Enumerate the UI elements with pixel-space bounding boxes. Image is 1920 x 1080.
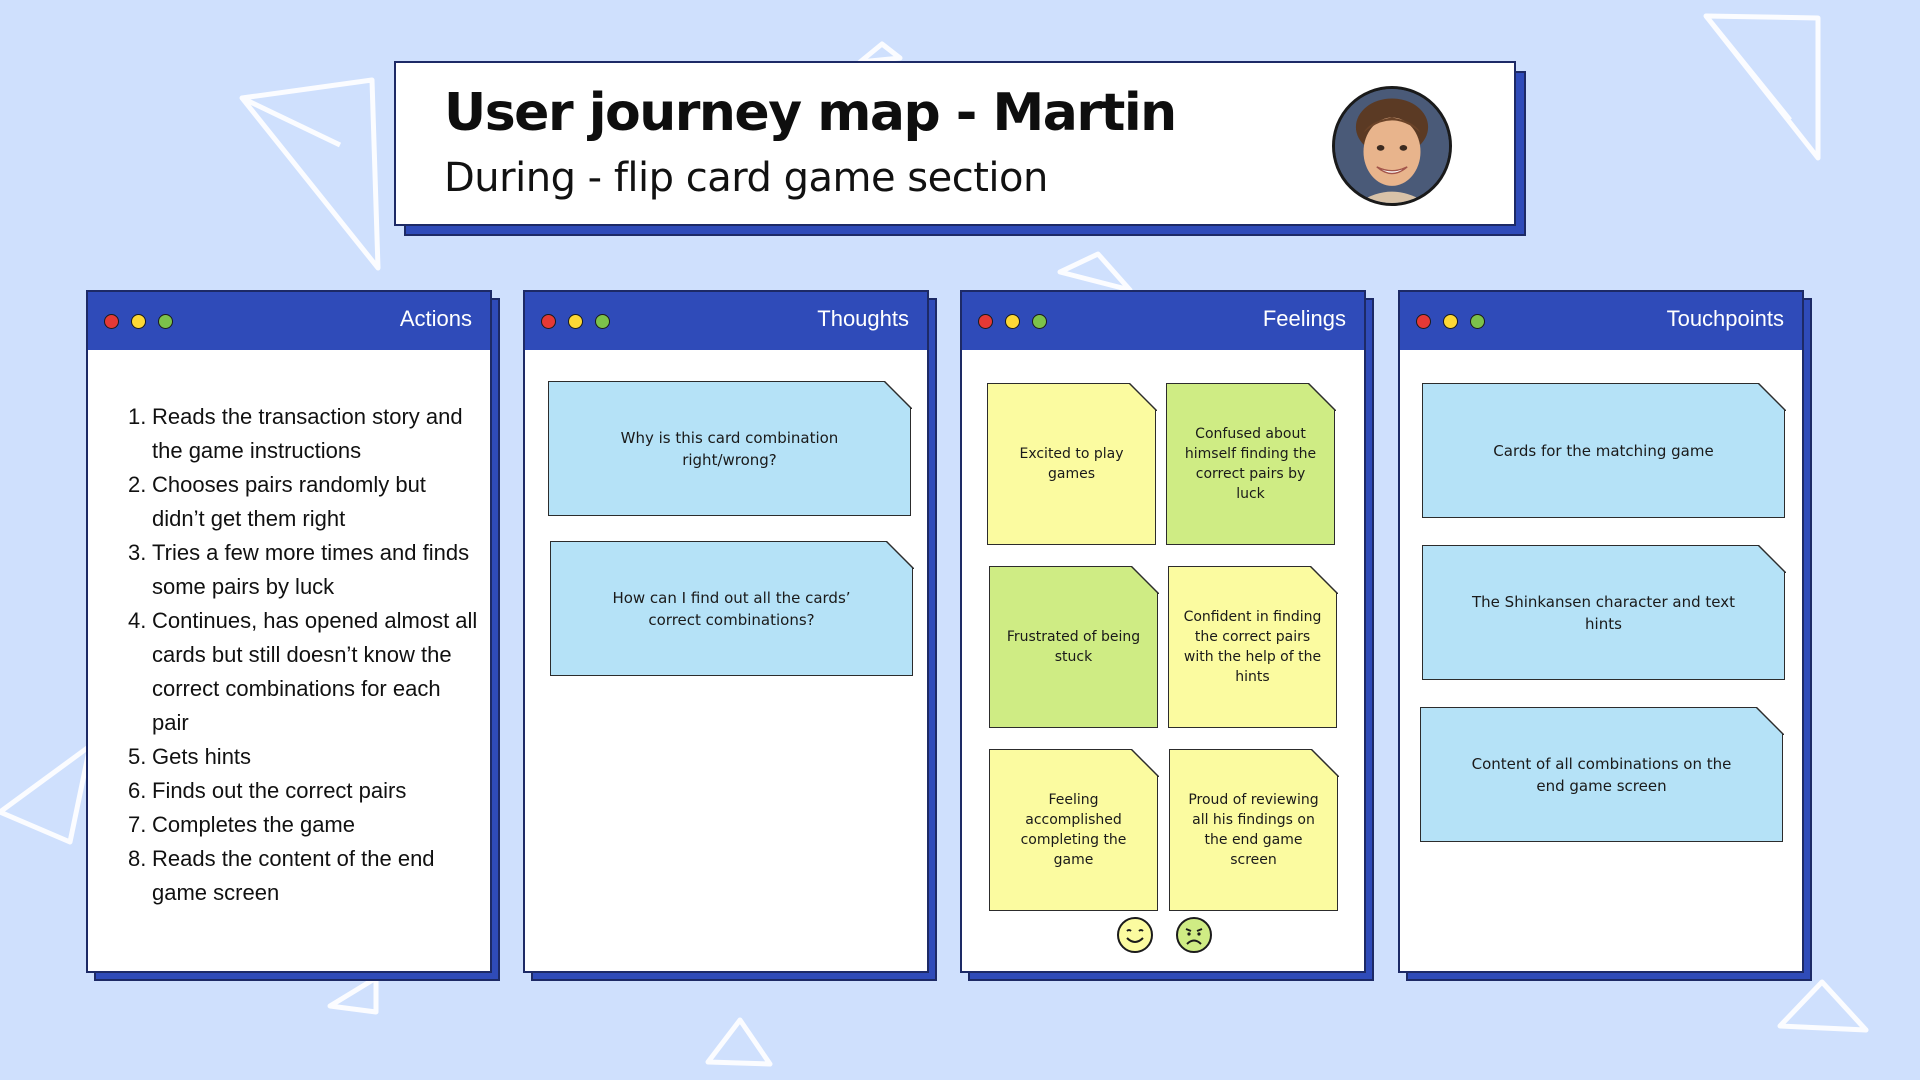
close-dot-icon[interactable] (978, 314, 993, 329)
actions-panel: Actions 1. Reads the transaction story an… (86, 290, 500, 981)
note-text: Content of all combinations on the end g… (1471, 754, 1732, 795)
folded-corner-icon (883, 380, 912, 409)
thoughts-window: Thoughts Why is this card combination ri… (523, 290, 929, 973)
folded-corner-icon (1130, 565, 1159, 594)
list-item: 1. Reads the transaction story and the ga… (128, 404, 463, 463)
boy-portrait-icon (1335, 89, 1449, 203)
note-text: Why is this card combination right/wrong… (620, 428, 839, 469)
window-title-bar: Feelings (962, 292, 1364, 350)
folded-corner-icon (1130, 748, 1159, 777)
note-text: Proud of reviewing all his findings on t… (1188, 792, 1319, 868)
action-text: Reads the transaction story and the game… (152, 404, 463, 463)
folded-corner-icon (1757, 382, 1786, 411)
actions-list: 1. Reads the transaction story and the ga… (128, 400, 478, 910)
touchpoint-note: Cards for the matching game (1422, 382, 1786, 518)
list-item: 4. Continues, has opened almost all cards… (128, 608, 478, 735)
list-item: 8. Reads the content of the end game scre… (128, 846, 435, 905)
maximize-dot-icon[interactable] (595, 314, 610, 329)
minimize-dot-icon[interactable] (131, 314, 146, 329)
window-title-bar: Touchpoints (1400, 292, 1802, 350)
folded-corner-icon (1128, 382, 1157, 411)
note-text: Feeling accomplished completing the game (1020, 792, 1127, 868)
minimize-dot-icon[interactable] (1443, 314, 1458, 329)
feelings-panel: Feelings Excited to play games Confused … (960, 290, 1374, 981)
list-item: 5. Gets hints (128, 744, 252, 769)
window-title-bar: Actions (88, 292, 490, 350)
note-text: Cards for the matching game (1493, 441, 1714, 460)
panel-title-feelings: Feelings (1262, 306, 1346, 331)
panel-title-actions: Actions (399, 306, 472, 331)
avatar (1332, 86, 1452, 206)
feeling-note: Frustrated of being stuck (989, 565, 1159, 728)
feeling-note: Excited to play games (987, 382, 1157, 545)
folded-corner-icon (1757, 544, 1786, 573)
maximize-dot-icon[interactable] (1470, 314, 1485, 329)
feeling-note: Feeling accomplished completing the game (989, 748, 1159, 911)
note-text: Confident in finding the correct pairs w… (1183, 609, 1322, 685)
feeling-note: Confident in finding the correct pairs w… (1168, 565, 1338, 728)
action-text: Chooses pairs randomly but didn’t get th… (152, 472, 426, 531)
action-text: Continues, has opened almost all cards b… (152, 608, 478, 735)
feeling-note: Confused about himself finding the corre… (1166, 382, 1336, 545)
action-text: Reads the content of the end game screen (152, 846, 435, 905)
worried-face-icon (1175, 916, 1213, 954)
note-text: Excited to play games (1019, 446, 1124, 482)
touchpoints-window: Touchpoints Cards for the matching game … (1398, 290, 1804, 973)
note-text: Frustrated of being stuck (1006, 629, 1141, 665)
maximize-dot-icon[interactable] (1032, 314, 1047, 329)
minimize-dot-icon[interactable] (1005, 314, 1020, 329)
folded-corner-icon (885, 540, 914, 569)
window-title-bar: Thoughts (525, 292, 927, 350)
folded-corner-icon (1755, 706, 1784, 735)
list-item: 3. Tries a few more times and finds some … (128, 540, 470, 599)
close-dot-icon[interactable] (104, 314, 119, 329)
smiley-face-icon (1116, 916, 1154, 954)
note-text: Confused about himself finding the corre… (1184, 426, 1317, 502)
thoughts-panel: Thoughts Why is this card combination ri… (523, 290, 937, 981)
panel-title-touchpoints: Touchpoints (1666, 306, 1784, 331)
thought-note: Why is this card combination right/wrong… (548, 380, 912, 516)
minimize-dot-icon[interactable] (568, 314, 583, 329)
actions-window: Actions 1. Reads the transaction story an… (86, 290, 492, 973)
page-title: User journey map - Martin (444, 83, 1177, 143)
panel-title-thoughts: Thoughts (817, 306, 909, 331)
feelings-window: Feelings Excited to play games Confused … (960, 290, 1366, 973)
list-item: 6. Finds out the correct pairs (128, 778, 407, 803)
note-text: How can I find out all the cards’ correc… (612, 588, 851, 629)
action-text: Gets hints (152, 744, 252, 769)
feeling-note: Proud of reviewing all his findings on t… (1169, 748, 1339, 911)
touchpoint-note: The Shinkansen character and text hints (1422, 544, 1786, 680)
folded-corner-icon (1307, 382, 1336, 411)
folded-corner-icon (1310, 748, 1339, 777)
touchpoints-panel: Touchpoints Cards for the matching game … (1398, 290, 1812, 981)
action-text: Finds out the correct pairs (152, 778, 407, 803)
list-item: 2. Chooses pairs randomly but didn’t get … (128, 472, 426, 531)
header-body: User journey map - Martin During - flip … (394, 61, 1516, 226)
maximize-dot-icon[interactable] (158, 314, 173, 329)
thought-note: How can I find out all the cards’ correc… (550, 540, 914, 676)
note-text: The Shinkansen character and text hints (1472, 592, 1735, 633)
action-text: Completes the game (152, 812, 355, 837)
action-text: Tries a few more times and finds some pa… (152, 540, 470, 599)
header-card: User journey map - Martin During - flip … (394, 61, 1526, 236)
touchpoint-note: Content of all combinations on the end g… (1420, 706, 1784, 842)
page-subtitle: During - flip card game section (444, 155, 1048, 201)
close-dot-icon[interactable] (1416, 314, 1431, 329)
close-dot-icon[interactable] (541, 314, 556, 329)
folded-corner-icon (1309, 565, 1338, 594)
list-item: 7. Completes the game (128, 812, 355, 837)
